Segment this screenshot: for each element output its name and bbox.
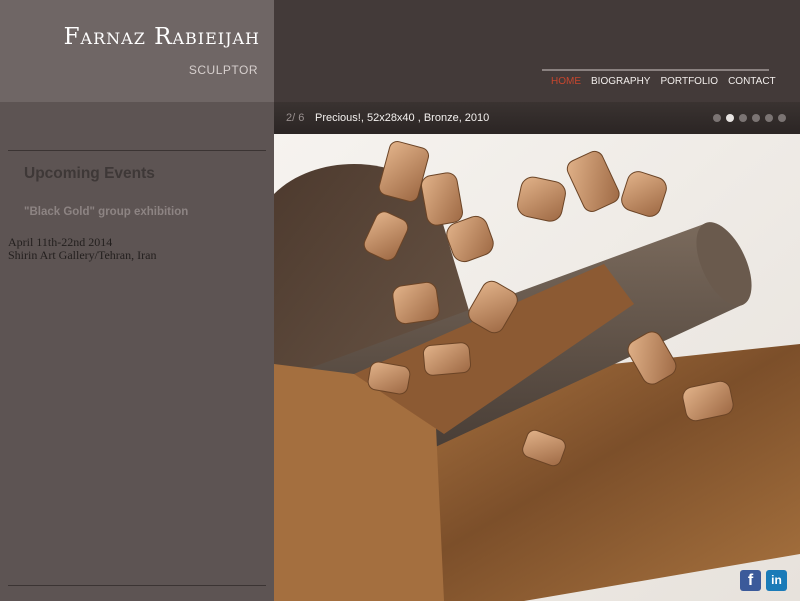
nav-home[interactable]: HOME xyxy=(546,76,586,87)
site-subtitle: SCULPTOR xyxy=(188,63,258,77)
slide-pagination xyxy=(713,114,786,122)
events-heading: Upcoming Events xyxy=(24,165,155,182)
slideshow-caption-bar: 2/ 6 Precious!, 52x28x40 , Bronze, 2010 xyxy=(274,102,800,134)
nav-portfolio[interactable]: PORTFOLIO xyxy=(655,76,723,87)
slide-dot[interactable] xyxy=(778,114,786,122)
main-nav: HOME BIOGRAPHY PORTFOLIO CONTACT xyxy=(546,76,781,87)
slideshow-image[interactable] xyxy=(274,134,800,601)
sidebar-divider-bottom xyxy=(8,585,266,586)
sidebar-divider-top xyxy=(8,150,266,151)
bronze-sculpture-image xyxy=(274,134,800,601)
slide-counter: 2/ 6 xyxy=(286,112,305,124)
logo-block[interactable]: Farnaz Rabieijah SCULPTOR xyxy=(0,0,274,102)
event-location: Shirin Art Gallery/Tehran, Iran xyxy=(8,248,157,262)
header: HOME BIOGRAPHY PORTFOLIO CONTACT xyxy=(274,0,800,102)
linkedin-icon[interactable]: in xyxy=(766,570,787,591)
event-title[interactable]: "Black Gold" group exhibition xyxy=(24,206,188,218)
nav-biography[interactable]: BIOGRAPHY xyxy=(586,76,655,87)
sidebar: Farnaz Rabieijah SCULPTOR Upcoming Event… xyxy=(0,0,274,601)
site-name[interactable]: Farnaz Rabieijah xyxy=(64,24,260,50)
slide-dot[interactable] xyxy=(765,114,773,122)
slide-dot[interactable] xyxy=(739,114,747,122)
nav-divider xyxy=(542,69,769,71)
facebook-icon[interactable]: f xyxy=(740,570,761,591)
slide-dot-active[interactable] xyxy=(726,114,734,122)
slide-caption: Precious!, 52x28x40 , Bronze, 2010 xyxy=(315,112,490,124)
slide-dot[interactable] xyxy=(752,114,760,122)
nav-contact[interactable]: CONTACT xyxy=(723,76,781,87)
slide-dot[interactable] xyxy=(713,114,721,122)
